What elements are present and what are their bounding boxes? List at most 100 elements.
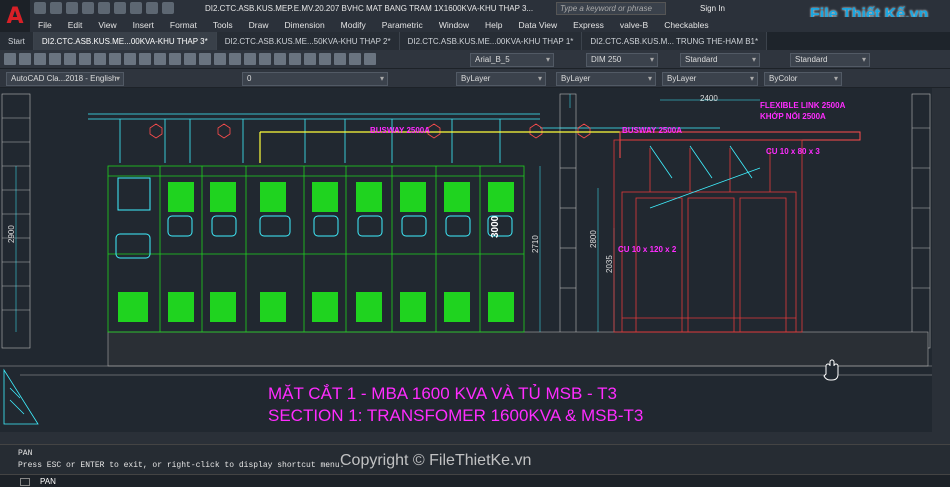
qnew-icon[interactable]	[4, 53, 16, 65]
qopen-icon[interactable]	[19, 53, 31, 65]
redo-icon[interactable]	[162, 2, 174, 14]
redo-icon[interactable]	[199, 53, 211, 65]
pan-icon[interactable]	[214, 53, 226, 65]
zoom-window-icon[interactable]	[244, 53, 256, 65]
dim-2800-label: 2800	[589, 230, 598, 248]
paste-icon[interactable]	[139, 53, 151, 65]
designcenter-icon[interactable]	[289, 53, 301, 65]
command-input[interactable]: PAN	[0, 474, 950, 487]
menu-item[interactable]: Checkables	[656, 20, 716, 30]
cu-top-label: CU 10 x 80 x 3	[766, 147, 820, 156]
khop-noi-label: KHỚP NỐI 2500A	[760, 111, 826, 121]
plot-icon[interactable]	[49, 53, 61, 65]
quick-access-toolbar	[34, 2, 174, 14]
cut-icon[interactable]	[109, 53, 121, 65]
undo-icon[interactable]	[146, 2, 158, 14]
menu-item[interactable]: Format	[162, 20, 205, 30]
copyright-watermark: Copyright © FileThietKe.vn	[340, 452, 532, 469]
file-tab[interactable]: DI2.CTC.ASB.KUS.ME...00KVA-KHU THAP 1*	[399, 32, 583, 50]
msb-vents	[118, 182, 514, 322]
floor-slab	[0, 331, 940, 376]
zoom-previous-icon[interactable]	[259, 53, 271, 65]
app-logo[interactable]: A	[0, 0, 30, 32]
search-input[interactable]: Type a keyword or phrase	[556, 2, 666, 15]
linetype-select[interactable]: ByLayer	[556, 72, 656, 86]
plotstyle-select[interactable]: ByColor	[764, 72, 842, 86]
menu-item[interactable]: Parametric	[374, 20, 431, 30]
file-tabs: Start DI2.CTC.ASB.KUS.ME...00KVA-KHU THAP…	[0, 32, 950, 50]
menu-item[interactable]: Modify	[333, 20, 374, 30]
busway-right-label: BUSWAY 2500A	[622, 126, 682, 135]
standard-toolbar: Arial_B_5 DIM 250 Standard Standard	[0, 50, 950, 69]
save-icon[interactable]	[66, 2, 78, 14]
north-triangle	[3, 368, 39, 425]
sign-in-button[interactable]: Sign In	[700, 4, 725, 13]
drawing-canvas[interactable]: BUSWAY 2500A BUSWAY 2500A FLEXIBLE LINK …	[0, 88, 940, 432]
matchprop-icon[interactable]	[154, 53, 166, 65]
vertical-scrollbar[interactable]	[932, 88, 950, 432]
file-tab[interactable]: DI2.CTC.ASB.KUS.ME...50KVA-KHU THAP 2*	[216, 32, 400, 50]
window-title: DI2.CTC.ASB.KUS.MEP.E.MV.20.207 BVHC MAT…	[205, 4, 534, 13]
section-title-vi: MẶT CẮT 1 - MBA 1600 KVA VÀ TỦ MSB - T3	[268, 384, 617, 403]
properties-icon[interactable]	[274, 53, 286, 65]
flexible-link-label: FLEXIBLE LINK 2500A	[760, 101, 846, 110]
copy-icon[interactable]	[124, 53, 136, 65]
saveas-icon[interactable]	[82, 2, 94, 14]
print-icon[interactable]	[114, 2, 126, 14]
color-select[interactable]: ByLayer	[456, 72, 546, 86]
calculator-icon[interactable]	[349, 53, 361, 65]
toolpalettes-icon[interactable]	[304, 53, 316, 65]
menu-item[interactable]: Draw	[241, 20, 277, 30]
layer-select[interactable]: 0	[242, 72, 388, 86]
app-logo-letter: A	[6, 3, 24, 29]
command-history-2: Press ESC or ENTER to exit, or right-cli…	[18, 461, 345, 470]
file-tab[interactable]: Start	[0, 32, 34, 50]
command-prompt: PAN	[40, 477, 56, 486]
title-bar: DI2.CTC.ASB.KUS.MEP.E.MV.20.207 BVHC MAT…	[0, 0, 950, 23]
web-icon[interactable]	[98, 2, 110, 14]
blockeditor-icon[interactable]	[169, 53, 181, 65]
plot-icon[interactable]	[130, 2, 142, 14]
menu-item[interactable]: Window	[431, 20, 477, 30]
menu-item[interactable]: Tools	[205, 20, 241, 30]
file-tab[interactable]: DI2.CTC.ASB.KUS.M... TRUNG THE-HAM B1*	[582, 32, 768, 50]
layers-toolbar: AutoCAD Cla...2018 - English 0 ByLayer B…	[0, 69, 950, 88]
menu-bar: File Edit View Insert Format Tools Draw Dimensi…	[30, 17, 950, 32]
dim-style-select[interactable]: DIM 250	[586, 53, 658, 67]
help-icon[interactable]	[364, 53, 376, 65]
busway-left	[259, 131, 620, 163]
publish-icon[interactable]	[79, 53, 91, 65]
preview-icon[interactable]	[64, 53, 76, 65]
menu-item[interactable]: Edit	[60, 20, 91, 30]
menu-item[interactable]: valve-B	[612, 20, 656, 30]
menu-item[interactable]: File	[30, 20, 60, 30]
file-tab[interactable]: DI2.CTC.ASB.KUS.ME...00KVA-KHU THAP 3*	[33, 32, 217, 50]
command-history-1: PAN	[18, 449, 33, 458]
3dprint-icon[interactable]	[94, 53, 106, 65]
undo-icon[interactable]	[184, 53, 196, 65]
dim-2710-label: 2710	[531, 235, 540, 253]
qsave-icon[interactable]	[34, 53, 46, 65]
open-icon[interactable]	[50, 2, 62, 14]
zoom-realtime-icon[interactable]	[229, 53, 241, 65]
multileader-style-select[interactable]: Standard	[790, 53, 870, 67]
menu-item[interactable]: Express	[565, 20, 612, 30]
new-icon[interactable]	[34, 2, 46, 14]
menu-item[interactable]: Help	[477, 20, 510, 30]
markup-icon[interactable]	[334, 53, 346, 65]
cable-tray	[88, 113, 720, 163]
menu-item[interactable]: Data View	[511, 20, 566, 30]
menu-item[interactable]: Insert	[125, 20, 162, 30]
menu-item[interactable]: View	[90, 20, 124, 30]
cu-side-label: CU 10 x 120 x 2	[618, 245, 677, 254]
text-style-select[interactable]: Arial_B_5	[470, 53, 554, 67]
drawing-svg: BUSWAY 2500A BUSWAY 2500A FLEXIBLE LINK …	[0, 93, 940, 425]
dim-2035-label: 2035	[605, 255, 614, 273]
transformer-leads	[649, 145, 761, 209]
menu-item[interactable]: Dimension	[277, 20, 333, 30]
table-style-select[interactable]: Standard	[680, 53, 760, 67]
sheetset-icon[interactable]	[319, 53, 331, 65]
lineweight-select[interactable]: ByLayer	[662, 72, 758, 86]
horizontal-scrollbar[interactable]	[0, 432, 950, 444]
workspace-select[interactable]: AutoCAD Cla...2018 - English	[6, 72, 124, 86]
